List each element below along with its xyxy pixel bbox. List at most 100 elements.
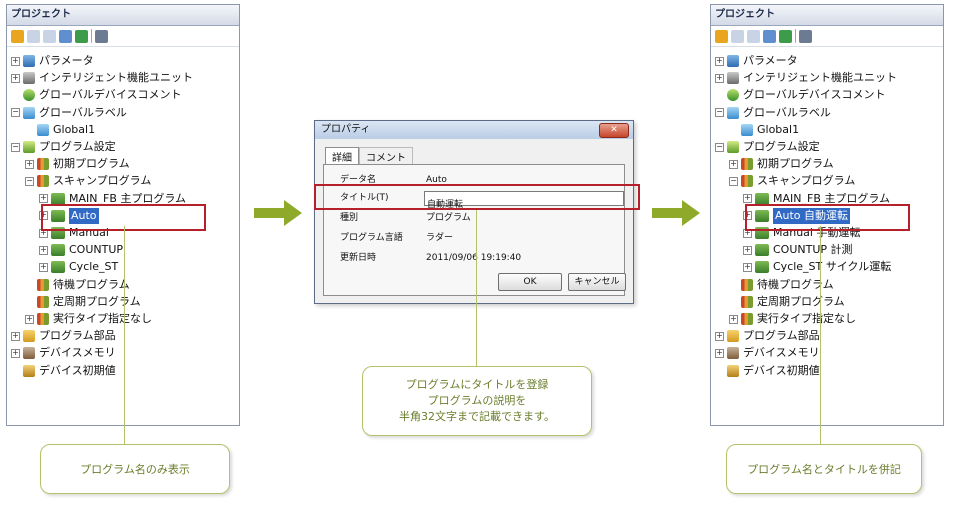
- tree-item-global-device-comment[interactable]: グローバルデバイスコメント: [11, 87, 182, 103]
- tree-item-label: デバイス初期値: [743, 363, 820, 377]
- tree-item-scan-program[interactable]: − スキャンプログラム: [729, 173, 855, 189]
- pou-icon: [755, 192, 769, 205]
- tree-item-label: グローバルラベル: [743, 105, 831, 119]
- tree-item-no-execution-type[interactable]: + 実行タイプ指定なし: [25, 311, 152, 327]
- tree-line: [25, 125, 34, 134]
- callout-center: プログラムにタイトルを登録 プログラムの説明を 半角32文字まで記載できます。: [362, 366, 592, 436]
- tree-item-initial-program[interactable]: + 初期プログラム: [729, 156, 834, 172]
- expand-icon[interactable]: +: [743, 194, 752, 204]
- collapse-icon[interactable]: −: [715, 108, 724, 118]
- expand-icon[interactable]: +: [25, 314, 34, 324]
- cancel-button[interactable]: キャンセル: [568, 273, 626, 291]
- tree-item-intelligent-unit[interactable]: + インテリジェント機能ユニット: [715, 70, 897, 86]
- collapse-icon[interactable]: −: [11, 108, 20, 118]
- collapse-icon[interactable]: −: [729, 176, 738, 186]
- new-item-icon[interactable]: [11, 29, 24, 43]
- tree-item-program-setting[interactable]: − プログラム設定: [11, 139, 116, 155]
- tree-item-label: 定周期プログラム: [757, 294, 845, 308]
- collapse-icon[interactable]: −: [11, 142, 20, 152]
- expand-icon[interactable]: +: [25, 159, 34, 169]
- tree-item-countup[interactable]: + COUNTUP: [39, 242, 123, 258]
- tree-item-device-memory[interactable]: + デバイスメモリ: [11, 345, 116, 361]
- expand-icon[interactable]: +: [743, 245, 752, 255]
- tree-item-cycle-st[interactable]: + Cycle_ST: [39, 259, 118, 275]
- tree-item-device-memory[interactable]: + デバイスメモリ: [715, 345, 820, 361]
- book-icon: [741, 295, 753, 308]
- expand-icon[interactable]: +: [715, 348, 724, 358]
- expand-icon[interactable]: +: [729, 314, 738, 324]
- tree-item-global-label[interactable]: − グローバルラベル: [11, 105, 127, 121]
- tree-item-label: Global1: [53, 122, 96, 136]
- expand-icon[interactable]: +: [715, 56, 724, 66]
- refresh-icon[interactable]: [779, 29, 792, 43]
- highlight-box: [745, 204, 910, 231]
- tree-item-parameter[interactable]: + パラメータ: [11, 53, 94, 69]
- tree-item-cycle-st[interactable]: + Cycle_ST サイクル運転: [743, 259, 891, 275]
- tree-item-countup[interactable]: + COUNTUP 計測: [743, 242, 853, 258]
- tree-item-global1[interactable]: Global1: [729, 122, 799, 138]
- tree-item-no-execution-type[interactable]: + 実行タイプ指定なし: [729, 311, 856, 327]
- tree-item-program-setting[interactable]: − プログラム設定: [715, 139, 820, 155]
- pou-icon: [755, 261, 769, 274]
- callout-center-line3: 半角32文字まで記載できます。: [399, 410, 555, 423]
- expand-icon[interactable]: +: [715, 73, 724, 83]
- paste-icon[interactable]: [43, 29, 56, 43]
- expand-icon[interactable]: +: [39, 262, 48, 272]
- tree-item-fixed-scan-program[interactable]: 定周期プログラム: [729, 294, 845, 310]
- tree-item-label: プログラム設定: [743, 140, 820, 153]
- tab-comment[interactable]: コメント: [359, 147, 413, 165]
- expand-icon[interactable]: +: [743, 262, 752, 272]
- properties-icon[interactable]: [763, 29, 776, 43]
- tree-item-parameter[interactable]: + パラメータ: [715, 53, 798, 69]
- collapse-icon[interactable]: −: [25, 176, 34, 186]
- tree-item-global-label[interactable]: − グローバルラベル: [715, 105, 831, 121]
- new-item-icon[interactable]: [715, 29, 728, 43]
- tree-item-program-parts[interactable]: + プログラム部品: [715, 328, 820, 344]
- tree-item-label: プログラム部品: [743, 329, 820, 343]
- project-panel-before: プロジェクト + パラメータ + インテリジェント機能ユニット グローバルデバイスコメン…: [6, 4, 240, 426]
- type-value: プログラム: [426, 213, 471, 223]
- tree-item-device-initial-value[interactable]: デバイス初期値: [715, 363, 820, 379]
- tree-item-intelligent-unit[interactable]: + インテリジェント機能ユニット: [11, 70, 193, 86]
- expand-icon[interactable]: +: [715, 331, 724, 341]
- tree-item-global1[interactable]: Global1: [25, 122, 95, 138]
- copy-icon[interactable]: [27, 29, 40, 43]
- expand-icon[interactable]: +: [11, 56, 20, 66]
- tree-item-label: Cycle_ST サイクル運転: [773, 260, 892, 274]
- book-icon: [37, 175, 49, 188]
- expand-icon[interactable]: +: [11, 331, 20, 341]
- tools-dropdown-icon[interactable]: [95, 29, 108, 43]
- properties-icon[interactable]: [59, 29, 72, 43]
- refresh-icon[interactable]: [75, 29, 88, 43]
- ok-button[interactable]: OK: [498, 273, 562, 291]
- tree-item-device-initial-value[interactable]: デバイス初期値: [11, 363, 116, 379]
- callout-pointer: [476, 210, 477, 366]
- label-icon: [727, 106, 739, 119]
- tree-item-standby-program[interactable]: 待機プログラム: [729, 277, 834, 293]
- tree-item-label: グローバルデバイスコメント: [743, 88, 886, 102]
- dialog-title: プロパティ ✕: [315, 121, 633, 139]
- folder-icon: [23, 330, 35, 343]
- tree-item-standby-program[interactable]: 待機プログラム: [25, 277, 130, 293]
- tree-item-global-device-comment[interactable]: グローバルデバイスコメント: [715, 87, 886, 103]
- close-icon[interactable]: ✕: [599, 123, 629, 138]
- tools-dropdown-icon[interactable]: [799, 29, 812, 43]
- tree-item-label: 実行タイプ指定なし: [757, 312, 856, 325]
- expand-icon[interactable]: +: [11, 348, 20, 358]
- expand-icon[interactable]: +: [729, 159, 738, 169]
- copy-icon[interactable]: [731, 29, 744, 43]
- unit-icon: [727, 72, 739, 85]
- tab-details[interactable]: 詳細: [325, 147, 359, 165]
- tree-line: [715, 366, 724, 375]
- tree-item-initial-program[interactable]: + 初期プログラム: [25, 156, 130, 172]
- collapse-icon[interactable]: −: [715, 142, 724, 152]
- tree-line: [729, 125, 738, 134]
- tree-item-program-parts[interactable]: + プログラム部品: [11, 328, 116, 344]
- expand-icon[interactable]: +: [39, 245, 48, 255]
- book-icon: [741, 278, 753, 291]
- tree-item-scan-program[interactable]: − スキャンプログラム: [25, 173, 151, 189]
- paste-icon[interactable]: [747, 29, 760, 43]
- expand-icon[interactable]: +: [39, 194, 48, 204]
- expand-icon[interactable]: +: [11, 73, 20, 83]
- tree-item-label: プログラム設定: [39, 140, 116, 153]
